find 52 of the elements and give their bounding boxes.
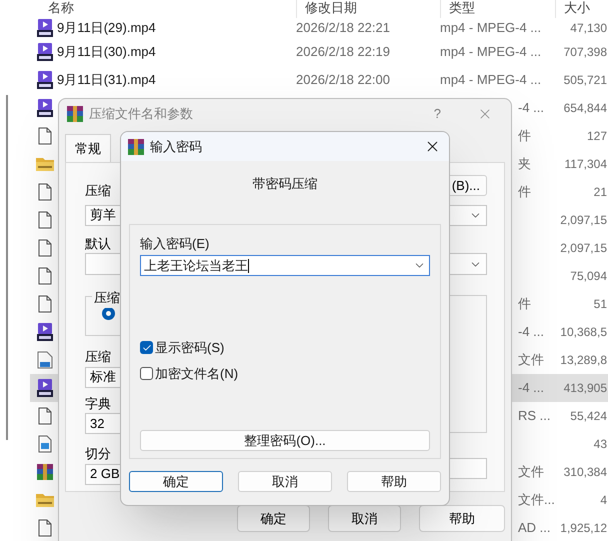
file-size: 117,304	[564, 156, 607, 173]
field-label: 默认	[85, 236, 111, 250]
file-size: 21	[594, 184, 607, 201]
file-type: 件	[518, 296, 531, 312]
file-type: 文件	[518, 464, 544, 480]
file-type: mp4 - MPEG-4 ...	[440, 20, 542, 36]
file-size: 413,905	[564, 380, 607, 397]
file-size: 51	[594, 296, 607, 313]
checkbox-label: 加密文件名(N)	[155, 364, 238, 383]
checkbox-label: 显示密码(S)	[155, 339, 224, 357]
file-name: 9月11日(29).mp4	[57, 20, 156, 36]
field-label: 切分	[85, 446, 111, 461]
file-date: 2026/2/18 22:21	[296, 20, 390, 36]
file-date: 2026/2/18 22:19	[296, 44, 390, 60]
file-type: 夹	[518, 156, 531, 172]
file-size: 1,925,12	[560, 520, 607, 537]
field-label: 输入密码(E)	[140, 236, 210, 250]
field-label: 压缩	[85, 349, 111, 364]
file-size: 10,368,5	[560, 324, 607, 341]
file-size: 4	[600, 492, 607, 509]
dialog-heading: 带密码压缩	[252, 176, 318, 191]
file-type: RS ...	[518, 408, 551, 424]
file-type: mp4 - MPEG-4 ...	[440, 44, 542, 60]
file-size: 2,097,15	[560, 212, 607, 229]
file-type: -4 ...	[518, 380, 544, 396]
window-title: 压缩文件名和参数	[89, 105, 193, 124]
file-size: 55,424	[570, 408, 607, 425]
file-size: 505,721	[564, 72, 607, 89]
file-size: 75,094	[570, 268, 607, 285]
file-name: 9月11日(31).mp4	[57, 72, 156, 88]
field-label: 压缩	[85, 182, 111, 200]
file-size: 43	[594, 436, 607, 453]
file-size: 707,398	[564, 44, 607, 61]
file-date: 2026/2/18 22:00	[296, 72, 390, 88]
file-type: 文件...	[518, 492, 555, 508]
file-type: AD ...	[518, 520, 551, 536]
file-type: -4 ...	[518, 100, 544, 116]
file-size: 310,384	[564, 464, 607, 481]
file-size: 2,097,15	[560, 240, 607, 257]
file-type: mp4 - MPEG-4 ...	[440, 72, 542, 88]
file-type: 文件	[518, 352, 544, 368]
window-title: 输入密码	[150, 138, 202, 156]
file-type: 件	[518, 184, 531, 200]
file-size: 127	[586, 128, 607, 145]
file-size: 654,844	[564, 100, 607, 117]
file-type: 件	[518, 128, 531, 144]
file-size: 47,130	[570, 20, 607, 37]
file-name: 9月11日(30).mp4	[57, 44, 156, 60]
field-label: 字典	[85, 396, 111, 410]
file-type: -4 ...	[518, 324, 544, 340]
file-size: 13,289,8	[560, 352, 607, 369]
group-label: 压缩	[92, 288, 122, 308]
